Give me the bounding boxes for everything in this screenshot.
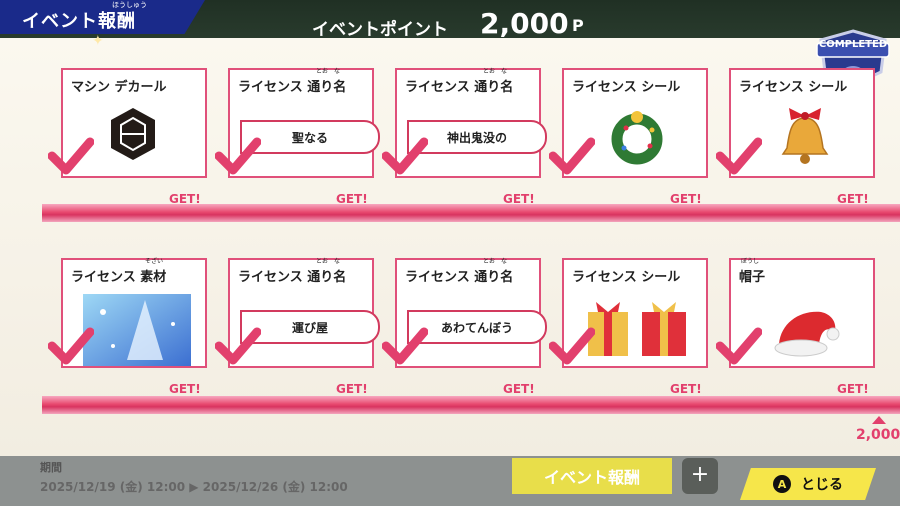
close-label: とじる (801, 477, 843, 493)
nickname-plate: あわてんぼう (407, 310, 547, 344)
reward-type: ライセンス 通り名 (405, 80, 514, 95)
reward-type: ライセンス 通り名 (405, 270, 514, 285)
check-icon (215, 137, 261, 175)
check-icon (549, 137, 595, 175)
reward-type: 帽子 (739, 270, 766, 285)
ribbon-row1 (42, 204, 900, 222)
gifts-icon (588, 302, 686, 356)
reward-ruby: そざい (145, 258, 164, 265)
santa-hat-icon (774, 311, 840, 357)
close-button[interactable]: A とじる (740, 468, 876, 500)
points-unit: P (572, 16, 584, 35)
nickname-plate: 神出鬼没の (407, 120, 547, 154)
get-label: GET! (336, 192, 368, 206)
bell-icon (781, 108, 829, 164)
reward-type: ライセンス シール (739, 80, 848, 95)
check-icon (382, 137, 428, 175)
sparkle-icon: ✦ (92, 33, 104, 49)
points-label: イベントポイント (312, 20, 448, 40)
period-label: 期間 (40, 461, 62, 474)
reward-type: ライセンス シール (572, 80, 681, 95)
reward-ruby: とお な (483, 68, 508, 75)
check-icon (382, 327, 428, 365)
get-label: GET! (169, 192, 201, 206)
points-marker-icon (872, 416, 886, 424)
completed-badge-label: COMPLETED (818, 39, 888, 50)
get-label: GET! (837, 382, 869, 396)
reward-ruby: とお な (316, 68, 341, 75)
get-label: GET! (503, 382, 535, 396)
check-icon (549, 327, 595, 365)
ribbon-row2 (42, 396, 900, 414)
total-points: 2,000 (856, 427, 900, 443)
get-label: GET! (169, 382, 201, 396)
page-title: イベント報酬 (22, 11, 136, 32)
a-button-icon: A (773, 475, 791, 493)
nickname-plate: 聖なる (240, 120, 380, 154)
title-ruby: ほうしゅう (112, 1, 147, 9)
get-label: GET! (670, 382, 702, 396)
get-label: GET! (837, 192, 869, 206)
reward-type: ライセンス 通り名 (238, 80, 347, 95)
check-icon (716, 137, 762, 175)
reward-type: ライセンス 素材 (71, 270, 167, 285)
reward-type: ライセンス シール (572, 270, 681, 285)
check-icon (716, 327, 762, 365)
event-rewards-button[interactable]: イベント報酬 (512, 458, 672, 494)
period-range: 2025/12/19 (金) 12:00 ▶ 2025/12/26 (金) 12… (40, 480, 348, 494)
check-icon (48, 327, 94, 365)
tree-material-icon (83, 294, 191, 366)
reward-ruby: とお な (483, 258, 508, 265)
check-icon (48, 137, 94, 175)
gem-decal-icon (111, 108, 155, 160)
get-label: GET! (670, 192, 702, 206)
plus-button[interactable]: + (682, 458, 718, 494)
get-label: GET! (503, 192, 535, 206)
reward-ruby: とお な (316, 258, 341, 265)
points-value: 2,000 (480, 7, 569, 40)
reward-ruby: ぼうし (741, 258, 760, 265)
reward-type: マシン デカール (71, 80, 167, 95)
reward-type: ライセンス 通り名 (238, 270, 347, 285)
nickname-plate: 運び屋 (240, 310, 380, 344)
check-icon (215, 327, 261, 365)
get-label: GET! (336, 382, 368, 396)
wreath-icon (611, 111, 663, 165)
